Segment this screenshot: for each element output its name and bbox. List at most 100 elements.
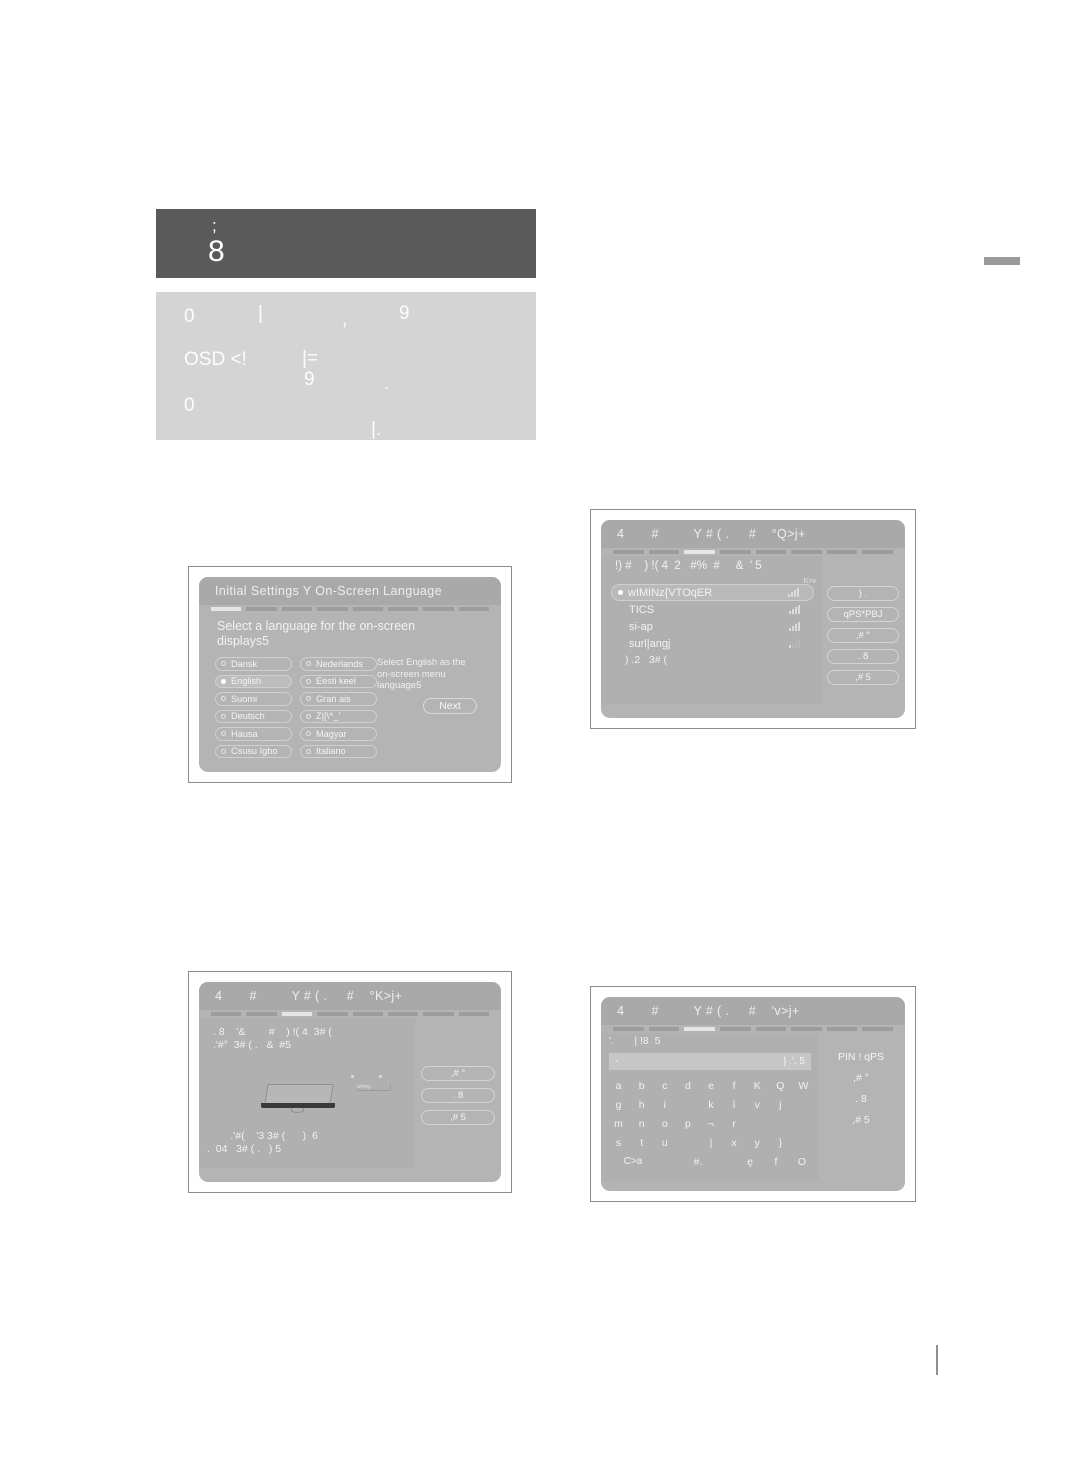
wifi-network-name: TICS (629, 603, 655, 616)
key-b[interactable]: b (630, 1077, 653, 1094)
wifi-more-label[interactable]: ) .2 3# ( (611, 654, 814, 666)
key-v[interactable]: v (746, 1096, 769, 1113)
radio-selected-icon (221, 678, 226, 684)
key-r[interactable]: r (723, 1115, 746, 1132)
key-q[interactable]: Q (769, 1077, 792, 1094)
key-j[interactable]: j (769, 1096, 792, 1113)
keyboard-side-button-1[interactable]: ,# ° (853, 1072, 869, 1084)
key-y[interactable]: y (746, 1134, 769, 1151)
language-column-right: Nederlands Eesti keel Gran ais Z|[\^_' M… (300, 657, 377, 758)
language-option-dansk[interactable]: Dansk (215, 657, 292, 671)
key-k[interactable]: K (746, 1077, 769, 1094)
key-e[interactable]: e (699, 1077, 722, 1094)
wifi-screen-title: 4 # Y # ( . # °Q>j+ (601, 520, 905, 548)
set-top-box-icon (261, 1084, 335, 1113)
wifi-side-button-5[interactable]: ,# 5 (827, 670, 899, 685)
document-page: ; 8 0 | , 9 . OSD <! |= 9 . 0 |. Initial… (0, 0, 1080, 1479)
key-c[interactable]: c (653, 1077, 676, 1094)
key-a[interactable]: a (607, 1077, 630, 1094)
keyboard-side-button-2[interactable]: . 8 (855, 1093, 867, 1105)
device-step-indicator (211, 1012, 489, 1016)
key-h[interactable]: h (630, 1096, 653, 1113)
device-side-button-3[interactable]: ,# 5 (421, 1110, 495, 1125)
key-l[interactable]: l (723, 1096, 746, 1113)
wifi-side-button-4[interactable]: . 8 (827, 649, 899, 664)
wifi-network-name: surl|angj (629, 637, 671, 650)
keyboard-panel: '. | !8 5 - } .'. 5 a b c d e f K Q W g … (601, 1033, 819, 1181)
wifi-side-button-2[interactable]: qPS*PBJ (827, 607, 899, 622)
language-option-english[interactable]: English (215, 674, 292, 688)
wifi-network-row-selected[interactable]: wIMINz{VTOqER (611, 584, 814, 601)
keyboard-row: m n o p ¬ r (607, 1115, 815, 1132)
device-side-button-1[interactable]: ,# ° (421, 1066, 495, 1081)
key-d[interactable]: d (676, 1077, 699, 1094)
language-option-label: Deutsch (231, 711, 265, 722)
screenshot-device-connection: 4 # Y # ( . # °K>j+ . 8 '& # ) !( 4 3# (… (188, 971, 512, 1193)
wifi-network-row[interactable]: surl|angj (611, 635, 814, 652)
language-option-hausa[interactable]: Hausa (215, 727, 292, 741)
key-p[interactable]: p (676, 1115, 699, 1132)
wifi-network-row[interactable]: si-ap (611, 618, 814, 635)
keyboard-row: C>a #. ę f O (607, 1153, 815, 1170)
radio-icon (306, 678, 311, 684)
wifi-network-row[interactable]: TICS (611, 601, 814, 618)
language-option-suomi[interactable]: Suomi (215, 692, 292, 706)
chapter-header-dark: ; 8 (156, 209, 536, 278)
key-blank (676, 1096, 699, 1113)
language-option-italiano[interactable]: Italiano (300, 744, 377, 758)
keyboard-row: a b c d e f K Q W (607, 1077, 815, 1094)
key-symbol[interactable]: #. (685, 1153, 711, 1170)
key-x[interactable]: x (723, 1134, 746, 1151)
keyboard-rows: a b c d e f K Q W g h i k l v j m n o p … (607, 1077, 815, 1170)
key-g[interactable]: g (607, 1096, 630, 1113)
key-dash[interactable]: ¬ (699, 1115, 722, 1132)
language-option-label: Z|[\^_' (316, 711, 341, 722)
radio-icon (221, 748, 226, 754)
language-screen-title: Initial Settings Y On-Screen Language (199, 577, 501, 605)
page-corner-rule (936, 1345, 938, 1375)
keyboard-row: g h i k l v j (607, 1096, 815, 1113)
key-t[interactable]: t (630, 1134, 653, 1151)
wifi-side-button-1[interactable]: ) . (827, 586, 899, 601)
intro-text-h: 9 (304, 369, 315, 390)
language-option-nederlands[interactable]: Nederlands (300, 657, 377, 671)
device-side-button-2[interactable]: . 8 (421, 1088, 495, 1103)
key-o[interactable]: o (653, 1115, 676, 1132)
next-button[interactable]: Next (423, 698, 477, 714)
key-o2[interactable]: O (789, 1153, 815, 1170)
keyboard-side-button-3[interactable]: ,# 5 (852, 1114, 870, 1126)
language-option-magyar[interactable]: Magyar (300, 727, 377, 741)
device-text-top: . 8 '& # ) !( 4 3# ( .'#° 3# ( . & #5 (213, 1026, 332, 1051)
key-i[interactable]: i (653, 1096, 676, 1113)
password-input[interactable]: - } .'. 5 (609, 1053, 811, 1070)
language-option-deutsch[interactable]: Deutsch (215, 709, 292, 723)
key-m[interactable]: m (607, 1115, 630, 1132)
wifi-network-name: si-ap (629, 620, 653, 633)
radio-icon (221, 713, 226, 719)
key-e-ogonek[interactable]: ę (737, 1153, 763, 1170)
language-option-label: Eesti keel (316, 676, 356, 687)
key-f[interactable]: f (723, 1077, 746, 1094)
key-f2[interactable]: f (763, 1153, 789, 1170)
language-option-columns: Dansk English Suomi Deutsch Hausa Csusu … (215, 657, 377, 758)
device-illustration-panel: . 8 '& # ) !( 4 3# ( .'#° 3# ( . & #5 wi… (199, 1018, 415, 1168)
language-option-4[interactable]: Z|[\^_' (300, 709, 377, 723)
key-u[interactable]: u (653, 1134, 676, 1151)
key-caps[interactable]: C>a (607, 1153, 659, 1170)
screenshot-onscreen-keyboard: 4 # Y # ( . # 'v>j+ '. | !8 5 - } .'. 5 (590, 986, 916, 1202)
key-n[interactable]: n (630, 1115, 653, 1132)
keyboard-side-buttons: PIN ! qPS ,# ° . 8 ,# 5 (821, 1051, 901, 1126)
key-w[interactable]: W (792, 1077, 815, 1094)
key-brace[interactable]: } (769, 1134, 792, 1151)
wifi-side-button-3[interactable]: ,# ° (827, 628, 899, 643)
key-pipe[interactable]: | (699, 1134, 722, 1151)
language-option-csusu-igbo[interactable]: Csusu Igbo (215, 744, 292, 758)
language-column-left: Dansk English Suomi Deutsch Hausa Csusu … (215, 657, 292, 758)
key-k2[interactable]: k (699, 1096, 722, 1113)
intro-text-c: , (342, 309, 348, 330)
key-s[interactable]: s (607, 1134, 630, 1151)
key-blank (769, 1115, 792, 1132)
wifi-step-indicator (613, 550, 893, 554)
language-option-eesti-keel[interactable]: Eesti keel (300, 674, 377, 688)
language-option-gran-ais[interactable]: Gran ais (300, 692, 377, 706)
